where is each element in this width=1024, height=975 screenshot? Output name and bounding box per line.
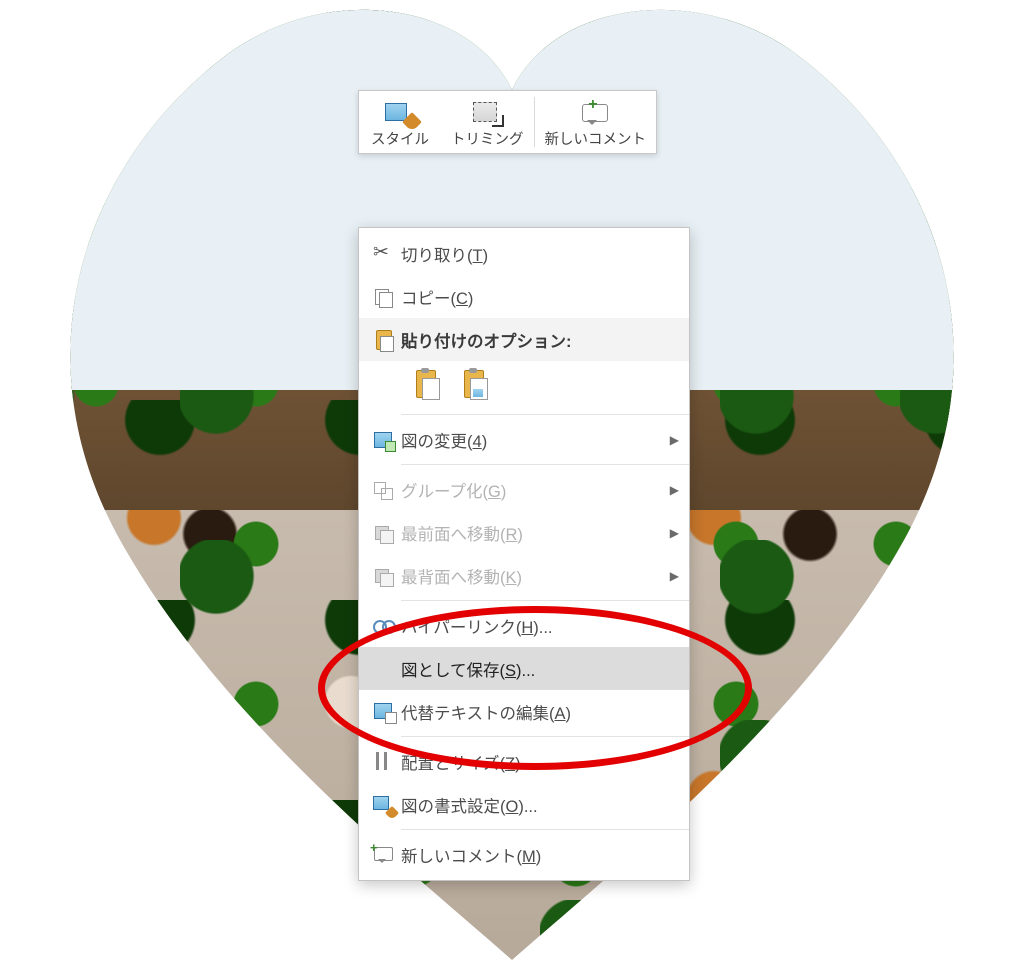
submenu-arrow-icon: ▶: [670, 483, 679, 497]
change-picture-icon: [373, 429, 395, 451]
menu-format-picture-label: 図の書式設定(O)...: [401, 793, 679, 817]
cut-icon: [373, 243, 395, 265]
menu-alt-text-label: 代替テキストの編集(A): [401, 700, 679, 724]
menu-new-comment[interactable]: + 新しいコメント(M): [359, 833, 689, 876]
menu-hyperlink-label: ハイパーリンク(H)...: [401, 614, 679, 638]
mini-toolbar: スタイル トリミング + 新しいコメント: [358, 90, 657, 154]
new-comment-label: 新しいコメント: [545, 131, 647, 149]
menu-divider: [401, 414, 689, 415]
crop-button[interactable]: トリミング: [441, 91, 534, 153]
new-comment-button[interactable]: + 新しいコメント: [535, 91, 657, 153]
menu-new-comment-label: 新しいコメント(M): [401, 843, 679, 867]
send-back-icon: [373, 565, 395, 587]
menu-format-picture[interactable]: 図の書式設定(O)...: [359, 783, 689, 826]
menu-bring-front-label: 最前面へ移動(R): [401, 521, 670, 545]
style-button[interactable]: スタイル: [359, 91, 441, 153]
bring-front-icon: [373, 522, 395, 544]
menu-send-to-back[interactable]: 最背面へ移動(K) ▶: [359, 554, 689, 597]
menu-paste-options-label: 貼り付けのオプション:: [401, 328, 679, 352]
context-menu: 切り取り(T) コピー(C) 貼り付けのオプション: 図の変更(4) ▶ グルー…: [358, 227, 690, 881]
crop-label: トリミング: [451, 131, 524, 149]
group-icon: [373, 479, 395, 501]
hyperlink-icon: [373, 615, 395, 637]
menu-size-and-position[interactable]: 配置とサイズ(Z)...: [359, 740, 689, 783]
menu-paste-options-header: 貼り付けのオプション:: [359, 318, 689, 361]
copy-icon: [373, 286, 395, 308]
crop-icon: [470, 99, 504, 127]
style-label: スタイル: [371, 131, 429, 149]
paste-option-picture[interactable]: [457, 367, 491, 401]
menu-bring-to-front[interactable]: 最前面へ移動(R) ▶: [359, 511, 689, 554]
new-comment-icon: +: [578, 99, 612, 127]
menu-change-picture-label: 図の変更(4): [401, 428, 670, 452]
menu-copy-label: コピー(C): [401, 285, 679, 309]
menu-size-position-label: 配置とサイズ(Z)...: [401, 750, 679, 774]
menu-divider: [401, 464, 689, 465]
menu-divider: [401, 600, 689, 601]
alt-text-icon: [373, 701, 395, 723]
submenu-arrow-icon: ▶: [670, 569, 679, 583]
menu-divider: [401, 829, 689, 830]
paste-options-row: [359, 361, 689, 411]
paste-option-keep-source[interactable]: [409, 367, 443, 401]
menu-edit-alt-text[interactable]: 代替テキストの編集(A): [359, 690, 689, 733]
menu-copy[interactable]: コピー(C): [359, 275, 689, 318]
menu-group-label: グループ化(G): [401, 478, 670, 502]
menu-save-as-picture-label: 図として保存(S)...: [401, 657, 679, 681]
submenu-arrow-icon: ▶: [670, 526, 679, 540]
menu-cut[interactable]: 切り取り(T): [359, 232, 689, 275]
submenu-arrow-icon: ▶: [670, 433, 679, 447]
menu-cut-label: 切り取り(T): [401, 242, 679, 266]
paste-icon: [373, 329, 395, 351]
menu-save-as-picture[interactable]: 図として保存(S)...: [359, 647, 689, 690]
picture-style-icon: [383, 99, 417, 127]
menu-change-picture[interactable]: 図の変更(4) ▶: [359, 418, 689, 461]
menu-send-back-label: 最背面へ移動(K): [401, 564, 670, 588]
size-position-icon: [373, 751, 395, 773]
menu-group: グループ化(G) ▶: [359, 468, 689, 511]
format-picture-icon: [373, 794, 395, 816]
menu-hyperlink[interactable]: ハイパーリンク(H)...: [359, 604, 689, 647]
menu-divider: [401, 736, 689, 737]
comment-icon: +: [373, 844, 395, 866]
